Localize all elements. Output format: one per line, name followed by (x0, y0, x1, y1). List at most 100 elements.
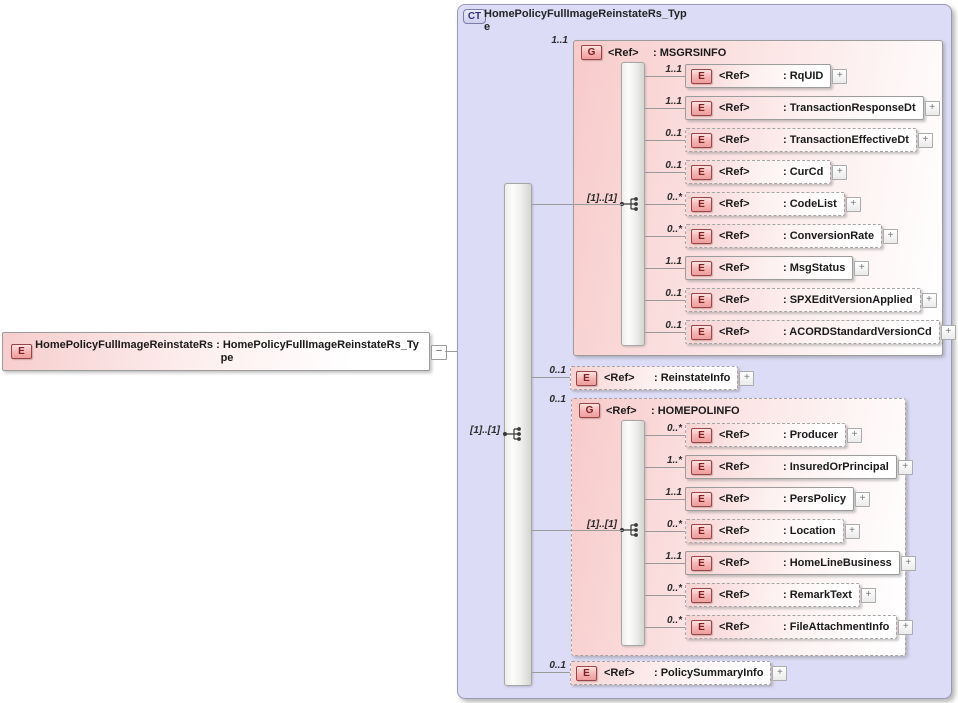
element-name: : MsgStatus (783, 262, 846, 274)
root-element-box[interactable]: E HomePolicyFullImageReinstateRs : HomeP… (2, 332, 430, 371)
ref-label: <Ref> (604, 667, 635, 679)
element-row-perspolicy: E <Ref>: PersPolicy + (685, 487, 870, 511)
expand-icon[interactable]: + (940, 324, 956, 340)
expand-icon[interactable]: + (832, 164, 848, 180)
element-row-codelist: E <Ref>: CodeList + (685, 192, 861, 216)
cardinality-label: 0..1 (665, 160, 682, 171)
element-row-homelinebusiness: E <Ref>: HomeLineBusiness + (685, 551, 916, 575)
element-box-msgstatus[interactable]: E <Ref> : MsgStatus (685, 256, 854, 280)
element-badge: E (576, 665, 597, 681)
cardinality-label: 0..1 (665, 288, 682, 299)
connector-line (532, 204, 623, 205)
expand-icon[interactable]: + (772, 665, 788, 681)
element-box-insuredorprincipal[interactable]: E <Ref>: InsuredOrPrincipal (685, 455, 897, 479)
expand-icon[interactable]: + (847, 427, 863, 443)
element-box-transactioneffectivedt[interactable]: E <Ref>: TransactionEffectiveDt (685, 128, 917, 152)
element-badge: E (576, 370, 597, 386)
element-box-fileattachmentinfo[interactable]: E <Ref>: FileAttachmentInfo (685, 615, 898, 639)
connector-line (645, 300, 685, 301)
element-row-reinstateinfo: E <Ref>: ReinstateInfo + (570, 366, 755, 390)
ref-label: <Ref> (719, 70, 750, 82)
element-name: : SPXEditVersionApplied (783, 294, 913, 306)
ref-label: <Ref> (719, 461, 750, 473)
cardinality-label: 1..1 (551, 35, 568, 46)
element-name: : PolicySummaryInfo (654, 667, 764, 679)
element-box-location[interactable]: E <Ref>: Location (685, 519, 844, 543)
cardinality-label: 1..1 (665, 64, 682, 75)
element-row-curcd: E <Ref>: CurCd + (685, 160, 848, 184)
element-row-conversionrate: E <Ref>: ConversionRate + (685, 224, 899, 248)
element-name: : FileAttachmentInfo (783, 621, 890, 633)
group-badge: G (581, 45, 602, 60)
cardinality-label: 0..* (666, 583, 682, 594)
group-name: : HOMEPOLINFO (651, 404, 740, 417)
element-box-perspolicy[interactable]: E <Ref>: PersPolicy (685, 487, 854, 511)
element-badge: E (691, 459, 712, 475)
element-box-acordstandardversioncd[interactable]: E <Ref>: ACORDStandardVersionCd (685, 320, 940, 344)
complex-type-badge: CT (463, 9, 486, 24)
element-row-transactioneffectivedt: E <Ref>: TransactionEffectiveDt + (685, 128, 933, 152)
cardinality-label: 0..* (666, 423, 682, 434)
connector-line (645, 332, 685, 333)
expand-icon[interactable]: + (860, 587, 876, 603)
element-name: : Location (783, 525, 836, 537)
group-header: G <Ref>: MSGRSINFO (581, 45, 726, 60)
expand-icon[interactable]: + (900, 555, 916, 571)
expand-icon[interactable]: + (897, 459, 913, 475)
element-badge: E (691, 100, 712, 116)
element-box-homelinebusiness[interactable]: E <Ref>: HomeLineBusiness (685, 551, 900, 575)
ref-label: <Ref> (608, 46, 639, 59)
element-box-transactionresponsedt[interactable]: E <Ref>: TransactionResponseDt (685, 96, 924, 120)
ref-label: <Ref> (719, 525, 750, 537)
ref-label: <Ref> (719, 262, 750, 274)
element-box-codelist[interactable]: E <Ref>: CodeList (685, 192, 845, 216)
expand-icon[interactable]: + (854, 260, 870, 276)
ref-label: <Ref> (719, 621, 750, 633)
element-box-producer[interactable]: E <Ref>: Producer (685, 423, 847, 447)
connector-line (645, 172, 685, 173)
expand-icon[interactable]: + (898, 619, 914, 635)
element-badge: E (691, 491, 712, 507)
connector-line (645, 627, 685, 628)
cardinality-label: 0..1 (665, 320, 682, 331)
expand-icon[interactable]: + (832, 68, 848, 84)
element-name: : TransactionEffectiveDt (783, 134, 909, 146)
element-box-rquid[interactable]: E <Ref>: RqUID (685, 64, 832, 88)
expand-icon[interactable]: + (921, 292, 937, 308)
cardinality-label: 0..1 (549, 394, 566, 405)
element-badge: E (691, 292, 712, 308)
schema-diagram-canvas: E HomePolicyFullImageReinstateRs : HomeP… (0, 0, 958, 703)
ref-label: <Ref> (719, 102, 750, 114)
element-name: : ConversionRate (783, 230, 875, 242)
expand-icon[interactable]: + (917, 132, 933, 148)
cardinality-label: [1]..[1] (470, 425, 500, 436)
element-box-remarktext[interactable]: E <Ref>: RemarkText (685, 583, 860, 607)
expand-icon[interactable]: + (739, 370, 755, 386)
element-box-conversionrate[interactable]: E <Ref>: ConversionRate (685, 224, 883, 248)
collapse-toggle-icon[interactable]: − (431, 345, 447, 360)
expand-icon[interactable]: + (844, 523, 860, 539)
element-badge: E (691, 260, 712, 276)
element-badge: E (691, 164, 712, 180)
connector-line (645, 435, 685, 436)
element-row-location: E <Ref>: Location + (685, 519, 860, 543)
cardinality-label: 0..1 (549, 660, 566, 671)
expand-icon[interactable]: + (845, 196, 861, 212)
cardinality-label: 1..* (666, 455, 682, 466)
element-box-curcd[interactable]: E <Ref>: CurCd (685, 160, 832, 184)
element-row-insuredorprincipal: E <Ref>: InsuredOrPrincipal + (685, 455, 913, 479)
expand-icon[interactable]: + (924, 100, 940, 116)
element-box-reinstateinfo[interactable]: E <Ref>: ReinstateInfo (570, 366, 739, 390)
ref-label: <Ref> (719, 589, 750, 601)
connector-line (645, 236, 685, 237)
element-box-spxeditversionapplied[interactable]: E <Ref>: SPXEditVersionApplied (685, 288, 921, 312)
expand-icon[interactable]: + (883, 228, 899, 244)
element-box-policysummaryinfo[interactable]: E <Ref> : PolicySummaryInfo (570, 661, 772, 685)
ref-label: <Ref> (719, 493, 750, 505)
expand-icon[interactable]: + (854, 491, 870, 507)
connector-line (532, 377, 570, 378)
connector-line (532, 672, 570, 673)
element-badge: E (691, 324, 712, 340)
cardinality-label: 0..* (666, 615, 682, 626)
cardinality-label: 0..* (666, 224, 682, 235)
